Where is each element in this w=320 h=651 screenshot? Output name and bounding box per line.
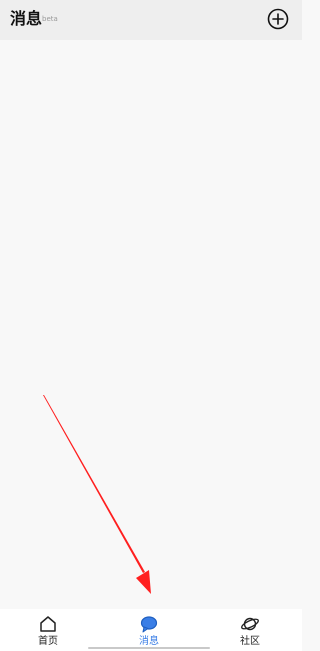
tab-community-label: 社区 <box>240 636 260 647</box>
tab-community[interactable]: 社区 <box>210 609 290 651</box>
app-header: 消息 beta <box>0 0 302 40</box>
annotation-arrow <box>43 395 151 594</box>
beta-badge: beta <box>42 15 58 23</box>
bottom-tab-bar: 首页 消息 社区 <box>0 609 302 651</box>
page-title: 消息 <box>10 9 43 28</box>
home-icon <box>40 616 56 632</box>
plus-circle-icon[interactable] <box>267 8 289 30</box>
tab-home[interactable]: 首页 <box>8 609 88 651</box>
home-indicator <box>88 647 210 649</box>
chat-bubble-icon <box>140 616 158 633</box>
tab-messages[interactable]: 消息 <box>109 609 189 651</box>
planet-icon <box>241 617 259 631</box>
message-list-area <box>0 40 302 609</box>
tab-home-label: 首页 <box>38 636 58 647</box>
